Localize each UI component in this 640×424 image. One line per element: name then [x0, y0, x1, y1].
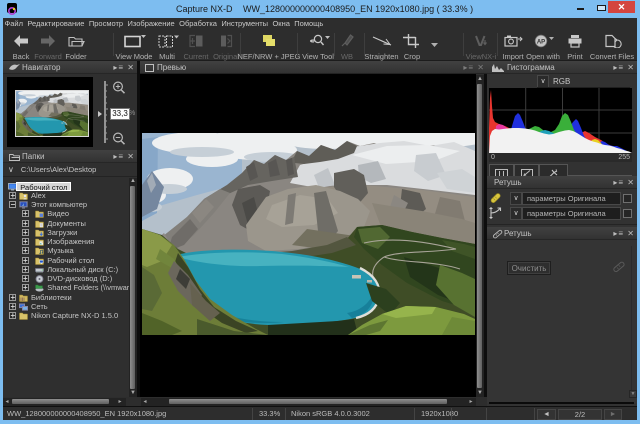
- svg-text:AP: AP: [537, 40, 545, 46]
